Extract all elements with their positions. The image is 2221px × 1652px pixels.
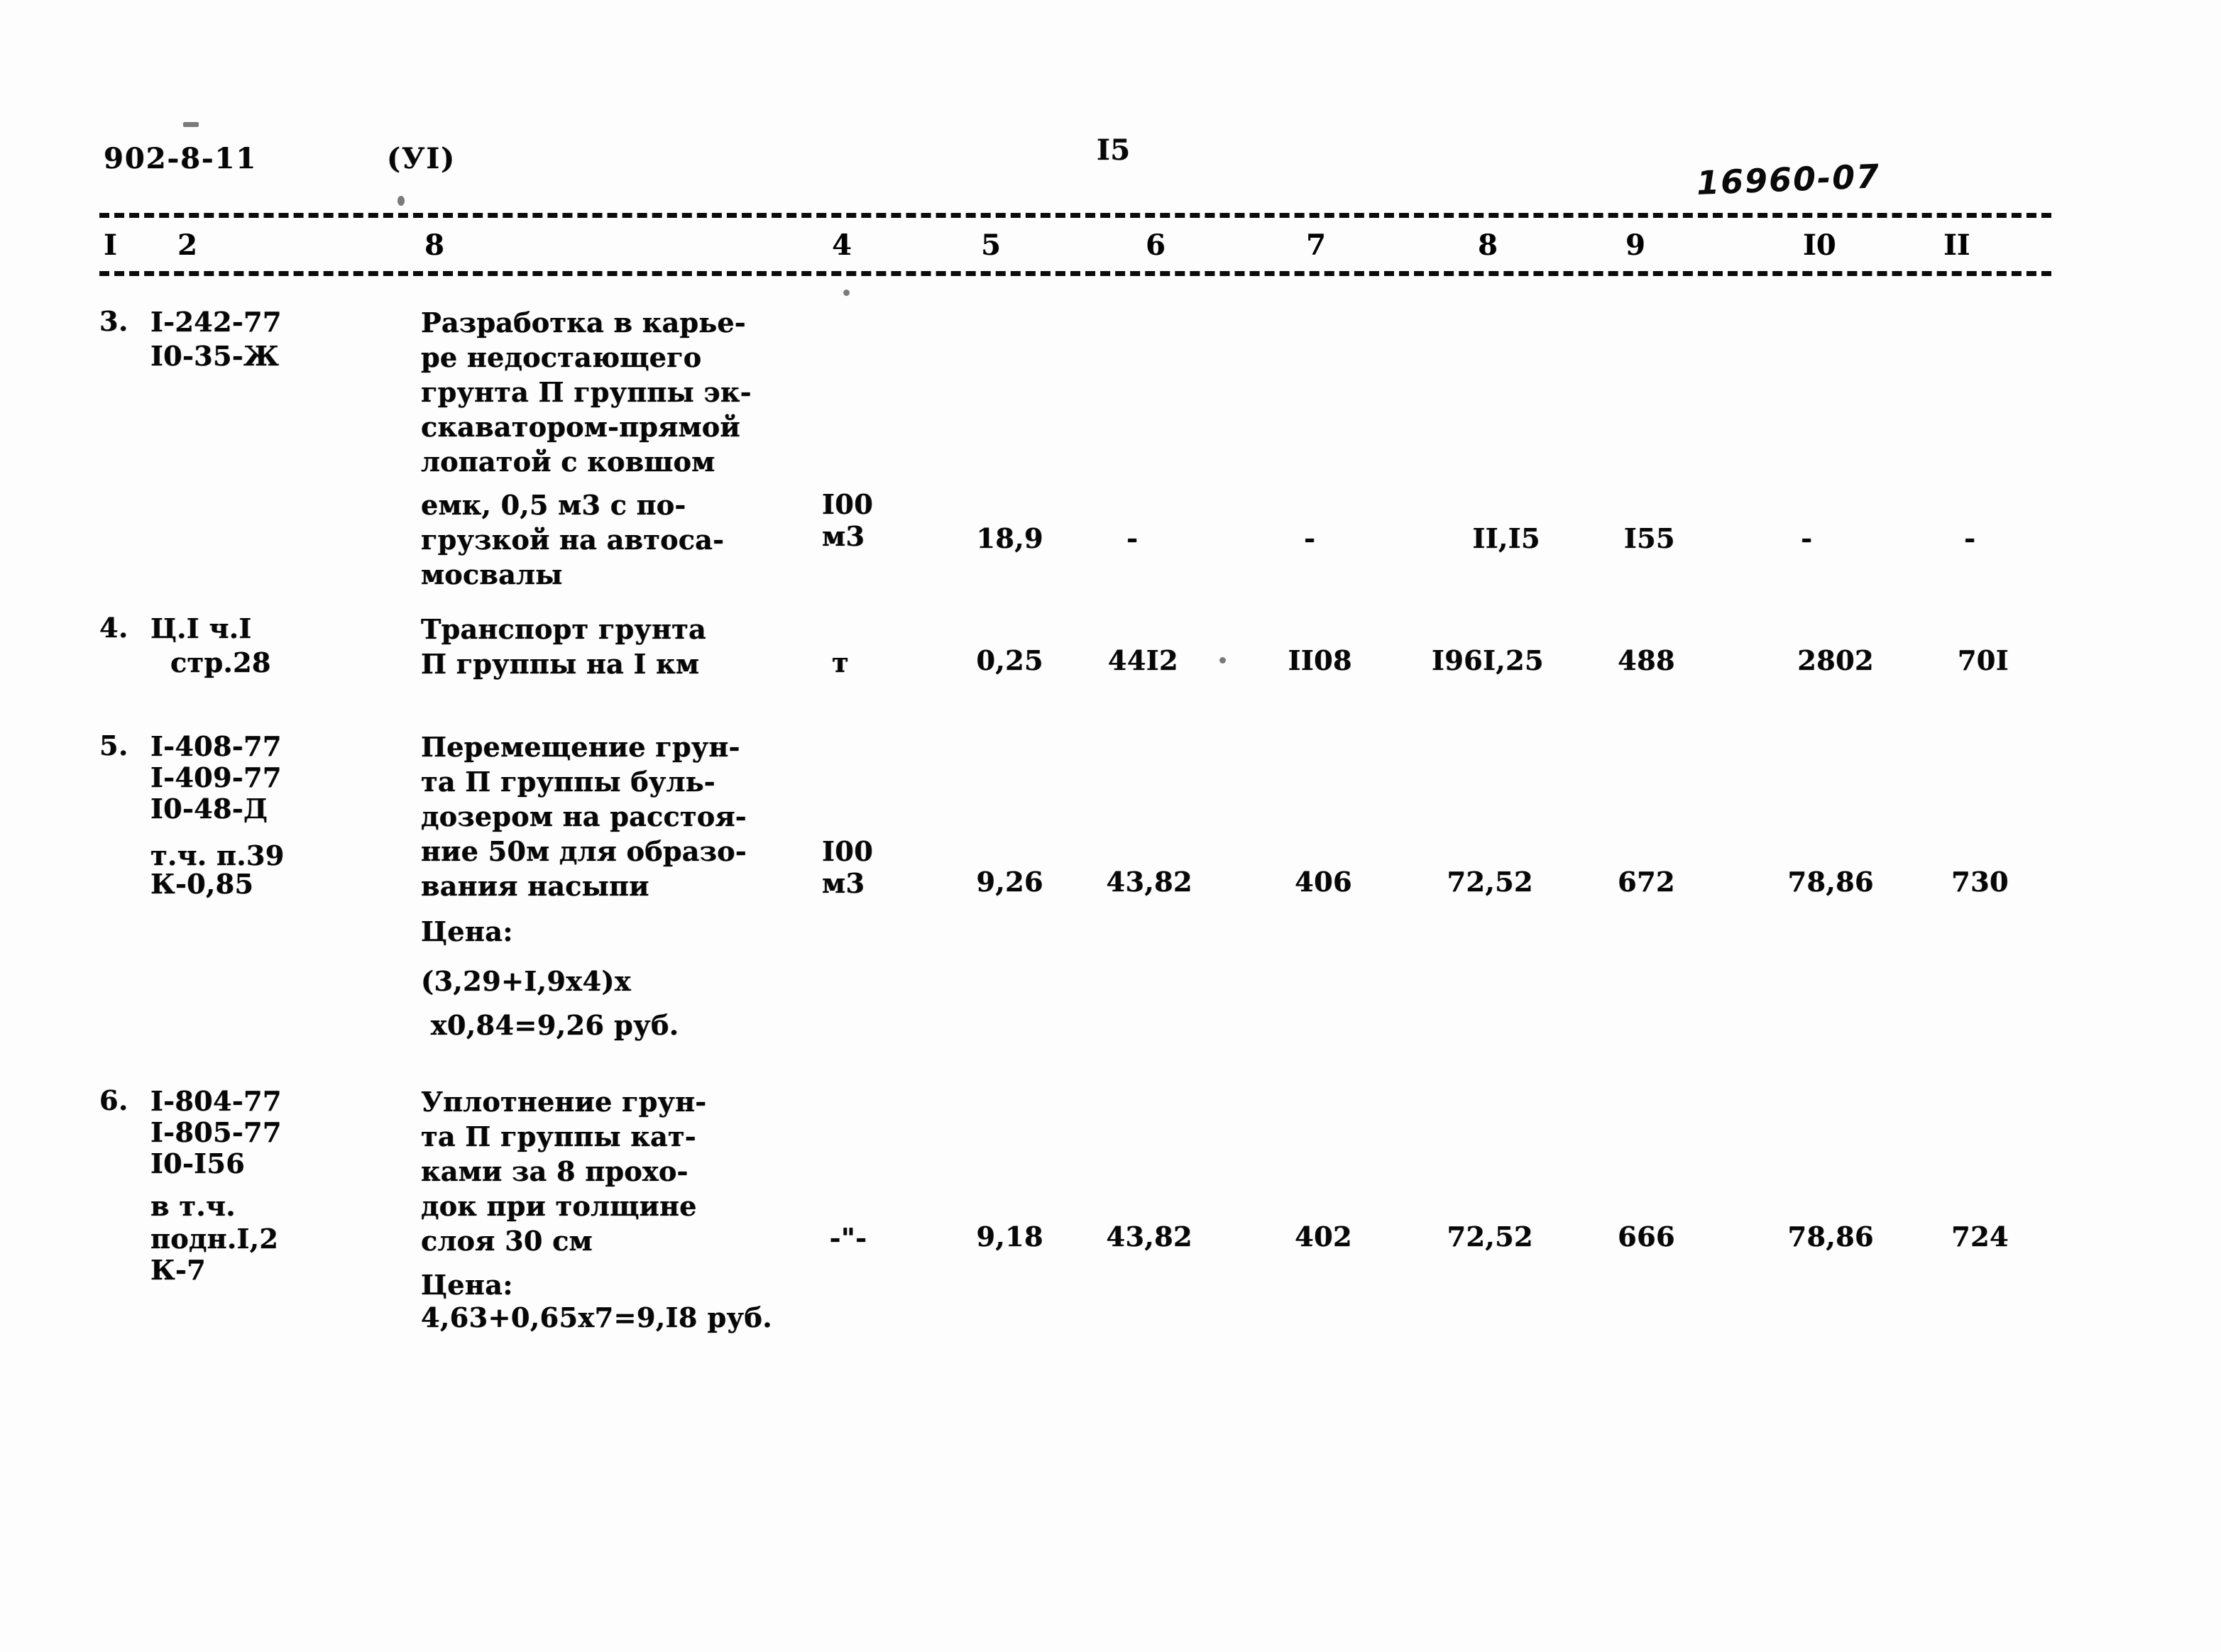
row-description-line: Перемещение грун-	[421, 731, 740, 763]
row-code-line: I-242-77	[150, 306, 282, 338]
row-value-col11: 724	[1951, 1221, 2009, 1252]
row-value-col9: 666	[1618, 1221, 1675, 1252]
row-value-col10: -	[1801, 522, 1812, 554]
row-number: 5.	[99, 729, 128, 761]
row-code-line: I0-48-Д	[150, 793, 268, 825]
archive-stamp: 16960-07	[1696, 157, 1882, 202]
row-value-col6: -	[1126, 522, 1138, 554]
column-header-8: 8	[1478, 228, 1498, 262]
document-page: 902-8-11 (УI) I5 16960-07 I 2 8 4 5 6 7 …	[0, 0, 2221, 1652]
row-code-line: I0-I56	[150, 1147, 246, 1179]
row-value-col11: 730	[1951, 866, 2009, 898]
row-value-col6: 43,82	[1106, 866, 1192, 898]
row-description-line: лопатой с ковшом	[421, 446, 715, 478]
row-value-col8: 72,52	[1447, 866, 1533, 898]
row-code-line: К-7	[150, 1254, 206, 1286]
row-description-line: та П группы буль-	[421, 766, 715, 798]
row-description-line: Уплотнение грун-	[421, 1086, 707, 1118]
row-code-line: I-409-77	[150, 761, 282, 793]
row-value-col5: 0,25	[976, 644, 1043, 676]
table-rule-bottom	[99, 271, 2051, 276]
row-value-col8: 72,52	[1447, 1221, 1533, 1252]
row-unit-line: I00	[822, 835, 874, 867]
row-code-line: К-0,85	[150, 868, 254, 900]
row-code-line: I-804-77	[150, 1085, 282, 1117]
scan-speck	[1219, 657, 1226, 663]
row-description-line: ре недостающего	[421, 341, 702, 373]
row-description-line: П группы на I км	[421, 648, 700, 680]
row-unit-line: -"-	[829, 1222, 867, 1254]
row-value-col7: -	[1304, 522, 1315, 554]
column-header-4: 4	[832, 228, 852, 262]
column-header-1: I	[104, 228, 117, 262]
row-description-line: грузкой на автоса-	[421, 524, 725, 556]
row-note-line: 4,63+0,65х7=9,I8 руб.	[421, 1301, 772, 1333]
row-code-line: стр.28	[170, 646, 271, 678]
row-description-line: та П группы кат-	[421, 1120, 696, 1152]
row-description-line: емк, 0,5 м3 с по-	[421, 489, 686, 521]
column-header-6: 6	[1146, 228, 1166, 262]
row-value-col7: II08	[1288, 644, 1352, 676]
scan-speck	[843, 290, 850, 296]
row-description-line: вания насыпи	[421, 870, 649, 902]
row-value-col5: 9,18	[976, 1221, 1043, 1252]
row-code-line: I0-35-Ж	[150, 340, 280, 372]
row-value-col5: 9,26	[976, 866, 1043, 898]
row-value-col10: 78,86	[1787, 866, 1874, 898]
column-header-2: 2	[177, 228, 197, 262]
row-value-col9: 488	[1618, 644, 1675, 676]
scan-speck	[397, 196, 405, 206]
row-value-col6: 43,82	[1106, 1221, 1192, 1252]
row-code-line: Ц.I ч.I	[150, 612, 252, 644]
column-header-5: 5	[981, 228, 1001, 262]
row-description-line: мосвалы	[421, 558, 563, 590]
row-description-line: Транспорт грунта	[421, 613, 706, 645]
row-value-col7: 406	[1295, 866, 1352, 898]
row-description-line: док при толщине	[421, 1190, 697, 1222]
row-value-col10: 2802	[1797, 644, 1874, 676]
row-number: 4.	[99, 612, 128, 644]
row-value-col9: I55	[1623, 522, 1675, 554]
row-code-line: I-408-77	[150, 730, 282, 762]
row-value-col11: 70I	[1957, 644, 2009, 676]
row-value-col8: II,I5	[1472, 522, 1540, 554]
row-code-line: подн.I,2	[150, 1223, 279, 1255]
scan-speck	[183, 122, 199, 127]
row-note-line: (3,29+I,9х4)х	[421, 965, 632, 997]
row-value-col11: -	[1964, 522, 1975, 554]
column-header-11: II	[1943, 228, 1970, 262]
column-header-9: 9	[1625, 228, 1645, 262]
row-description-line: ками за 8 прохо-	[421, 1155, 689, 1187]
row-unit-line: т	[831, 646, 850, 678]
row-description-line: дозером на расстоя-	[421, 800, 747, 832]
column-header-3: 8	[424, 228, 444, 262]
page-number: I5	[1097, 133, 1131, 167]
table-rule-top	[99, 213, 2051, 218]
row-unit-line: м3	[822, 867, 865, 899]
row-value-col9: 672	[1618, 866, 1675, 898]
row-number: 3.	[99, 305, 128, 337]
row-note-line: Цена:	[421, 915, 513, 947]
row-note-line: х0,84=9,26 руб.	[421, 1009, 679, 1041]
row-description-line: Разработка в карье-	[421, 307, 746, 338]
row-value-col5: 18,9	[976, 522, 1043, 554]
row-note-line: Цена:	[421, 1269, 513, 1301]
row-code-line: в т.ч.	[150, 1190, 236, 1222]
series-code: 902-8-11	[104, 142, 258, 175]
row-description-line: грунта П группы эк-	[421, 376, 752, 408]
row-description-line: слоя 30 см	[421, 1225, 593, 1257]
row-value-col7: 402	[1295, 1221, 1352, 1252]
part-marker: (УI)	[387, 142, 456, 175]
column-header-10: I0	[1803, 228, 1836, 262]
row-unit-line: м3	[822, 520, 865, 552]
row-value-col6: 44I2	[1107, 644, 1178, 676]
row-unit-line: I00	[822, 488, 874, 520]
row-value-col8: I96I,25	[1431, 644, 1544, 676]
column-header-7: 7	[1306, 228, 1326, 262]
row-code-line: I-805-77	[150, 1116, 282, 1148]
row-description-line: скаватором-прямой	[421, 411, 740, 443]
row-value-col10: 78,86	[1787, 1221, 1874, 1252]
row-number: 6.	[99, 1084, 128, 1116]
row-description-line: ние 50м для образо-	[421, 835, 747, 867]
